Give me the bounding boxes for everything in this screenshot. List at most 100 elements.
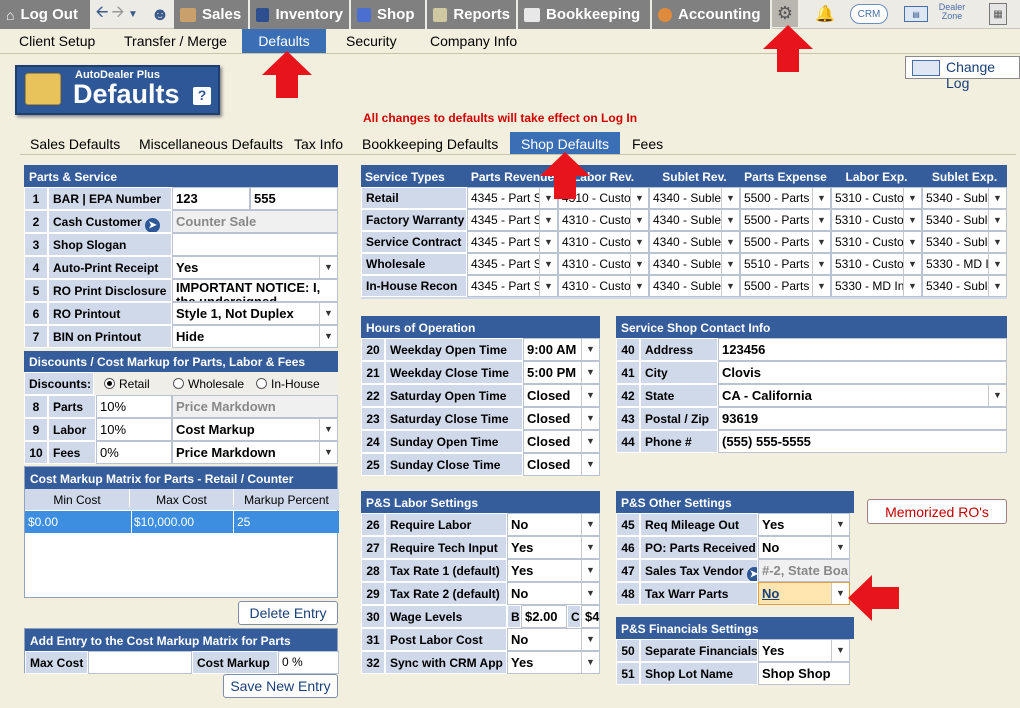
- menu-company-info[interactable]: Company Info: [430, 29, 517, 53]
- hours-select[interactable]: Closed ▼: [523, 453, 600, 476]
- cash-customer-field[interactable]: Counter Sale: [172, 210, 338, 233]
- wage-b-field[interactable]: $2.00: [521, 605, 567, 628]
- gl-account-select[interactable]: 4345 - Part S ▼: [467, 209, 558, 231]
- gl-account-select[interactable]: 4310 - Custo ▼: [558, 275, 649, 297]
- labor-pct-field[interactable]: 10%: [96, 418, 172, 441]
- fees-markdown-select[interactable]: Price Markdown ▼: [172, 441, 338, 464]
- logout-button[interactable]: ⌂ Log Out: [0, 0, 92, 29]
- radio-wholesale[interactable]: Wholesale: [173, 377, 244, 391]
- tab-sales-defaults[interactable]: Sales Defaults: [30, 132, 120, 155]
- ro-printout-select[interactable]: Style 1, Not Duplex ▼: [172, 302, 338, 325]
- tab-tax-info[interactable]: Tax Info: [294, 132, 343, 155]
- forward-icon[interactable]: 🡪: [111, 2, 125, 26]
- labor-select[interactable]: Yes ▼: [507, 559, 600, 582]
- bell-icon[interactable]: 🔔: [814, 2, 836, 26]
- radio-retail[interactable]: Retail: [104, 377, 150, 391]
- gl-account-select[interactable]: 4340 - Suble ▼: [649, 231, 740, 253]
- nav-accounting[interactable]: Accounting: [652, 0, 772, 29]
- nav-shop[interactable]: Shop: [351, 0, 427, 29]
- lookup-icon[interactable]: ➤: [746, 567, 757, 581]
- contact-select[interactable]: CA - California ▼: [718, 384, 1007, 407]
- gl-account-select[interactable]: 5310 - Custo ▼: [831, 231, 922, 253]
- tab-misc-defaults[interactable]: Miscellaneous Defaults: [139, 132, 283, 155]
- calculator-icon[interactable]: ▦: [989, 3, 1007, 25]
- hours-select[interactable]: 5:00 PM ▼: [523, 361, 600, 384]
- gl-account-select[interactable]: 5500 - Parts ▼: [740, 275, 831, 297]
- help-icon[interactable]: ?: [193, 87, 211, 105]
- change-log-button[interactable]: Change Log: [905, 56, 1020, 91]
- crm-button[interactable]: CRM: [850, 4, 888, 24]
- gl-account-select[interactable]: 4345 - Part S ▼: [467, 275, 558, 297]
- gl-account-select[interactable]: 4345 - Part S ▼: [467, 231, 558, 253]
- menu-security[interactable]: Security: [346, 29, 397, 53]
- gl-account-select[interactable]: 5500 - Parts ▼: [740, 209, 831, 231]
- menu-transfer-merge[interactable]: Transfer / Merge: [124, 29, 227, 53]
- gl-account-select[interactable]: 5500 - Parts ▼: [740, 187, 831, 209]
- financials-field[interactable]: Shop Shop: [758, 662, 850, 685]
- gl-account-select[interactable]: 4340 - Suble ▼: [649, 275, 740, 297]
- ro-disclosure-field[interactable]: IMPORTANT NOTICE: I, the undersigned: [172, 279, 338, 302]
- back-icon[interactable]: 🡨: [95, 2, 109, 26]
- parts-markdown-field[interactable]: Price Markdown: [172, 395, 338, 418]
- financials-select[interactable]: Yes ▼: [758, 639, 850, 662]
- dealer-zone-icon[interactable]: ▤: [904, 6, 928, 22]
- gl-account-select[interactable]: 5330 - MD In ▼: [922, 253, 1007, 275]
- contact-field[interactable]: Clovis: [718, 361, 1007, 384]
- gl-account-select[interactable]: 5310 - Custo ▼: [831, 209, 922, 231]
- history-dropdown-icon[interactable]: ▼: [127, 2, 139, 26]
- dealer-zone-label[interactable]: Dealer Zone: [932, 3, 972, 21]
- contact-field[interactable]: (555) 555-5555: [718, 430, 1007, 453]
- gl-account-select[interactable]: 4310 - Custo ▼: [558, 253, 649, 275]
- max-cost-field[interactable]: [88, 651, 192, 674]
- hours-select[interactable]: 9:00 AM ▼: [523, 338, 600, 361]
- gl-account-select[interactable]: 5330 - MD In ▼: [831, 275, 922, 297]
- gl-account-select[interactable]: 5310 - Custo ▼: [831, 253, 922, 275]
- gl-account-select[interactable]: 4345 - Part S ▼: [467, 253, 558, 275]
- table-row[interactable]: $0.00 $10,000.00 25: [25, 511, 339, 533]
- nav-reports[interactable]: Reports: [427, 0, 518, 29]
- contact-field[interactable]: 123456: [718, 338, 1007, 361]
- nav-bookkeeping[interactable]: Bookkeeping: [518, 0, 652, 29]
- gl-account-select[interactable]: 5310 - Custo ▼: [831, 187, 922, 209]
- delete-entry-button[interactable]: Delete Entry: [238, 601, 338, 625]
- user-avatar-icon[interactable]: ☻: [149, 2, 171, 26]
- memorized-ros-button[interactable]: Memorized RO's: [867, 499, 1007, 524]
- settings-gear-icon[interactable]: ⚙: [772, 0, 798, 27]
- other-select[interactable]: No ▼: [758, 582, 850, 605]
- contact-field[interactable]: 93619: [718, 407, 1007, 430]
- gl-account-select[interactable]: 4340 - Suble ▼: [649, 209, 740, 231]
- other-select[interactable]: No ▼: [758, 536, 850, 559]
- cost-markup-field[interactable]: 0 %: [278, 651, 339, 674]
- menu-client-setup[interactable]: Client Setup: [19, 29, 95, 53]
- gl-account-select[interactable]: 4310 - Custo ▼: [558, 209, 649, 231]
- hours-select[interactable]: Closed ▼: [523, 407, 600, 430]
- shop-slogan-field[interactable]: [172, 233, 338, 256]
- radio-inhouse[interactable]: In-House: [256, 377, 320, 391]
- tab-fees[interactable]: Fees: [632, 132, 663, 155]
- gl-account-select[interactable]: 5340 - Suble ▼: [922, 231, 1007, 253]
- gl-account-select[interactable]: 4340 - Suble ▼: [649, 253, 740, 275]
- gl-account-select[interactable]: 5500 - Parts ▼: [740, 231, 831, 253]
- gl-account-select[interactable]: 4340 - Suble ▼: [649, 187, 740, 209]
- menu-defaults[interactable]: Defaults: [242, 29, 326, 53]
- gl-account-select[interactable]: 5510 - Parts ▼: [740, 253, 831, 275]
- gl-account-select[interactable]: 5340 - Suble ▼: [922, 209, 1007, 231]
- gl-account-select[interactable]: 4310 - Custo ▼: [558, 231, 649, 253]
- fees-pct-field[interactable]: 0%: [96, 441, 172, 464]
- labor-select[interactable]: No ▼: [507, 582, 600, 605]
- other-select[interactable]: Yes ▼: [758, 513, 850, 536]
- other-field[interactable]: #-2, State Boa: [758, 559, 850, 582]
- gl-account-select[interactable]: 5340 - Suble ▼: [922, 187, 1007, 209]
- labor-select[interactable]: No ▼: [507, 628, 600, 651]
- nav-inventory[interactable]: Inventory: [250, 0, 351, 29]
- bin-printout-select[interactable]: Hide ▼: [172, 325, 338, 348]
- labor-select[interactable]: Yes ▼: [507, 651, 600, 674]
- save-new-entry-button[interactable]: Save New Entry: [223, 674, 338, 698]
- labor-markup-select[interactable]: Cost Markup ▼: [172, 418, 338, 441]
- auto-print-select[interactable]: Yes ▼: [172, 256, 338, 279]
- wage-c-field[interactable]: $4.00: [581, 605, 600, 628]
- hours-select[interactable]: Closed ▼: [523, 430, 600, 453]
- labor-select[interactable]: Yes ▼: [507, 536, 600, 559]
- tab-bookkeeping-defaults[interactable]: Bookkeeping Defaults: [362, 132, 498, 155]
- lookup-icon[interactable]: ➤: [145, 218, 161, 232]
